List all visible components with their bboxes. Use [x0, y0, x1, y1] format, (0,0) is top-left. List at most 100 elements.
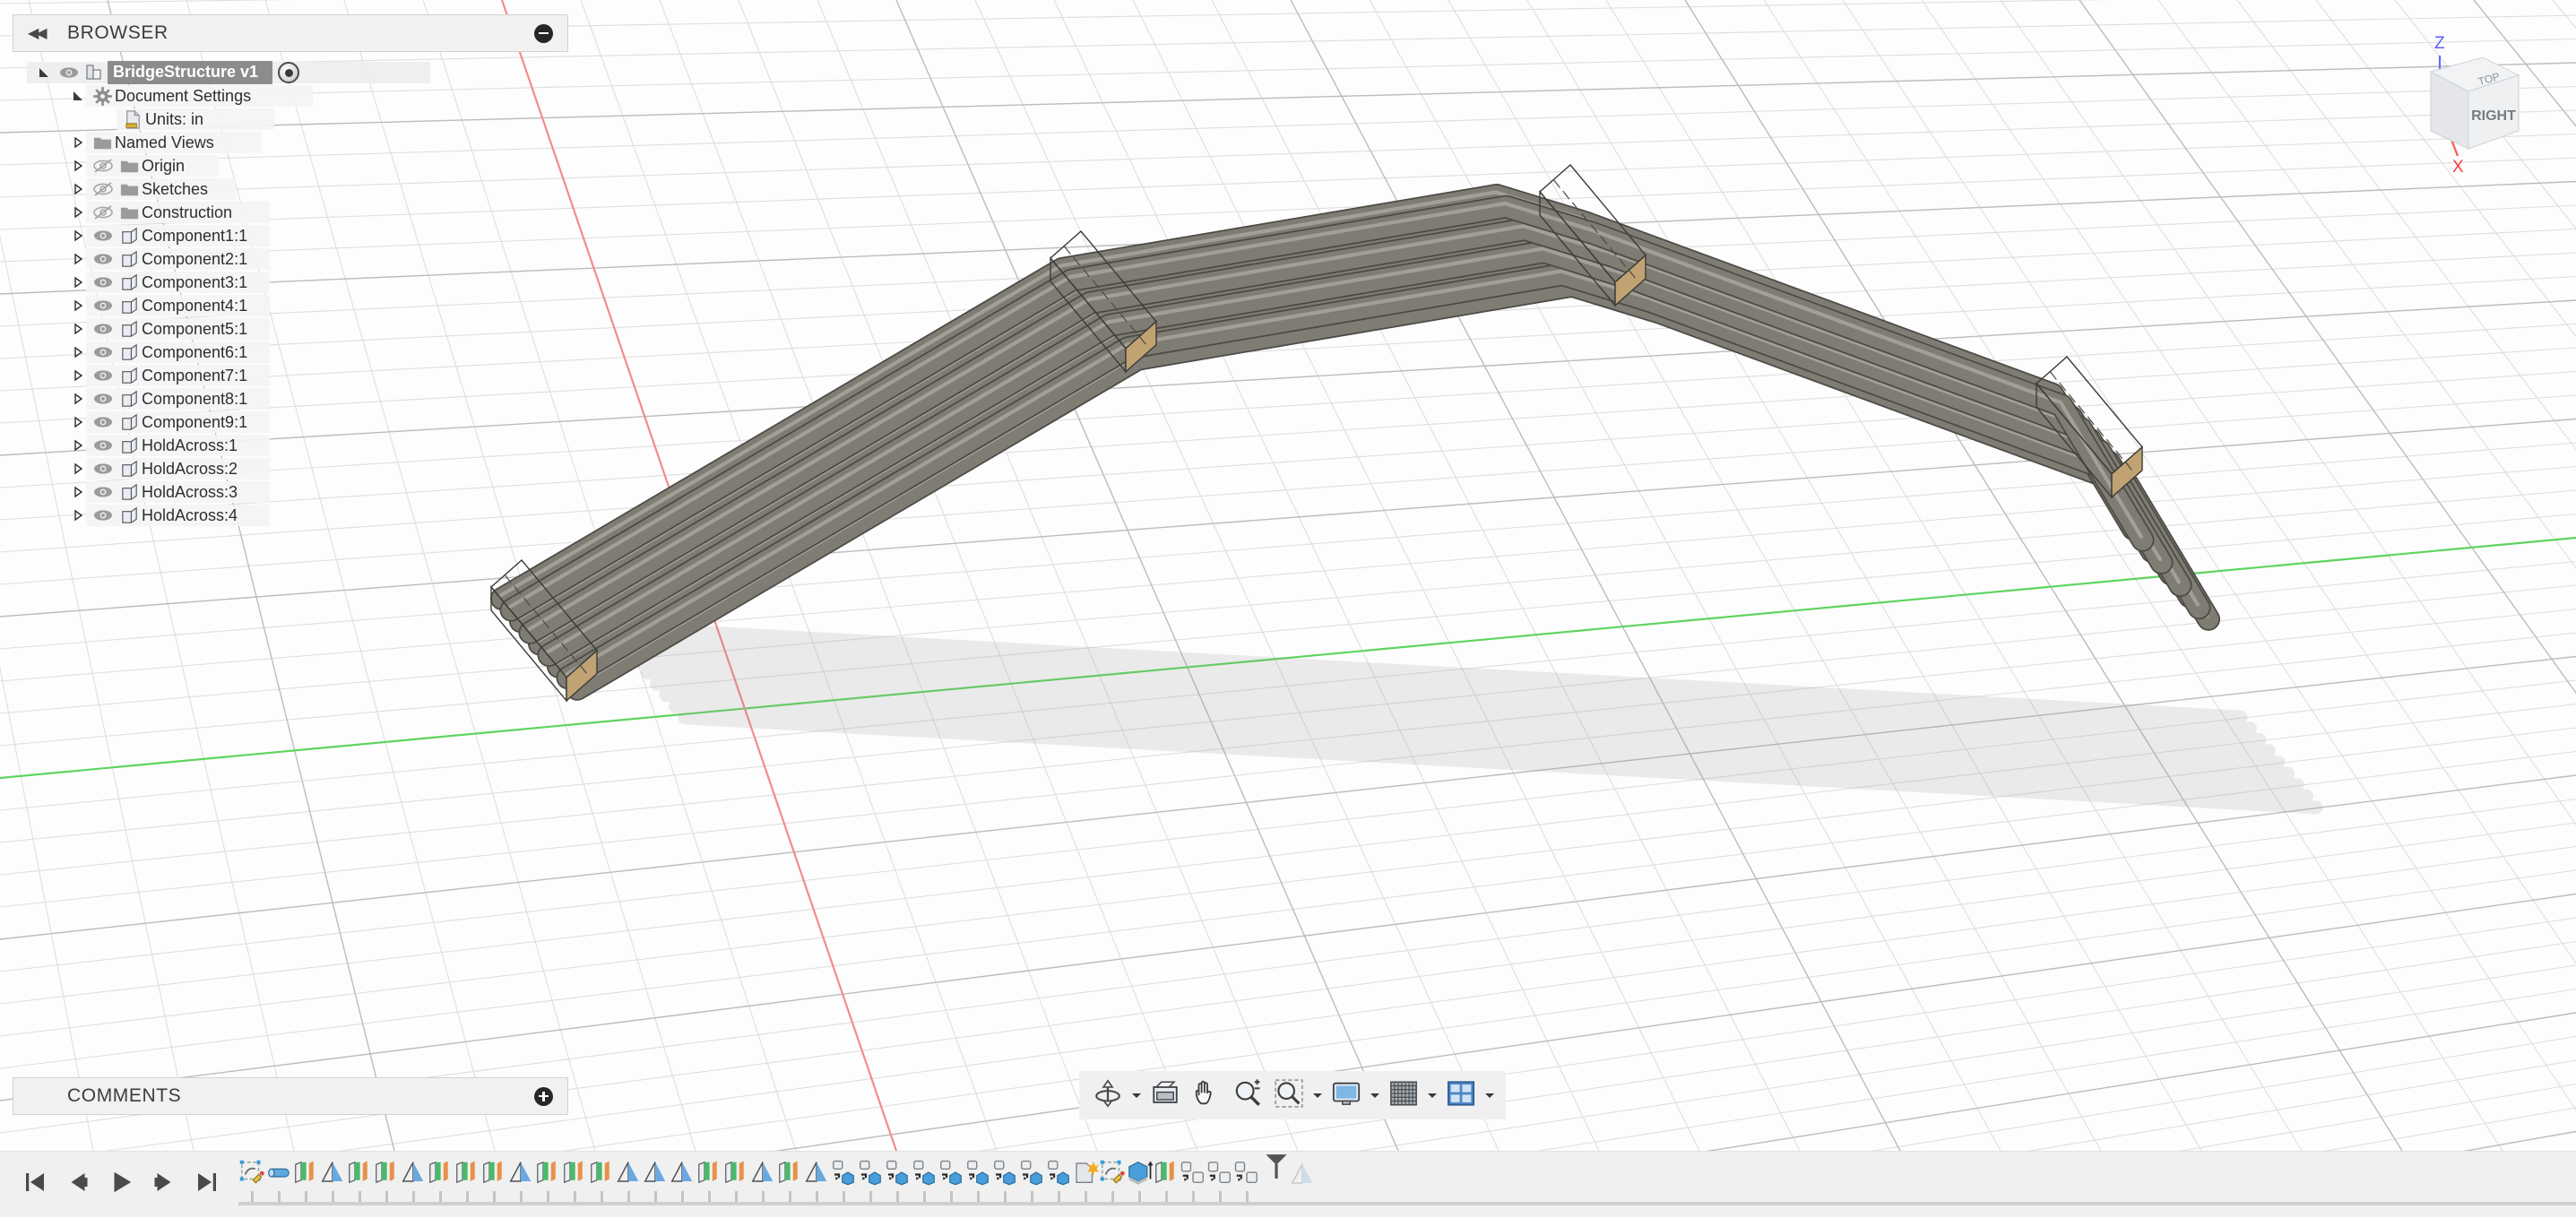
- feature-new-component-3[interactable]: [884, 1155, 911, 1214]
- feature-extrude-3[interactable]: [373, 1155, 400, 1214]
- timeline-bar[interactable]: [0, 1151, 2576, 1217]
- eye-visible-icon[interactable]: [90, 365, 117, 386]
- feature-new-body-1[interactable]: [1072, 1155, 1099, 1214]
- expand-triangle-right-icon[interactable]: [66, 253, 90, 265]
- eye-hidden-icon[interactable]: [90, 178, 117, 200]
- feature-new-component-6[interactable]: [964, 1155, 991, 1214]
- expand-triangle-down-icon[interactable]: [66, 90, 90, 102]
- tree-row-component5[interactable]: Component5:1: [13, 317, 568, 341]
- tree-row-component8[interactable]: Component8:1: [13, 387, 568, 410]
- browser-panel[interactable]: ◀◀ BROWSER BridgeStructure v1 Document Se…: [13, 14, 568, 527]
- expand-triangle-right-icon[interactable]: [66, 160, 90, 172]
- expand-triangle-right-icon[interactable]: [66, 369, 90, 382]
- feature-revolve-8[interactable]: [803, 1155, 830, 1214]
- eye-visible-icon[interactable]: [90, 248, 117, 270]
- feature-revolve-6[interactable]: [669, 1155, 696, 1214]
- eye-visible-icon[interactable]: [90, 341, 117, 363]
- comments-panel[interactable]: ◀◀ COMMENTS: [13, 1077, 568, 1115]
- expand-triangle-right-icon[interactable]: [66, 346, 90, 358]
- feature-extrude-5[interactable]: [454, 1155, 480, 1214]
- tree-row-document-settings[interactable]: Document Settings: [13, 84, 568, 108]
- browser-header[interactable]: ◀◀ BROWSER: [13, 14, 568, 52]
- tree-row-holdacross-1[interactable]: HoldAcross:1: [13, 434, 568, 457]
- expand-triangle-right-icon[interactable]: [66, 206, 90, 219]
- feature-copy-paste-1[interactable]: [1180, 1155, 1206, 1214]
- timeline-end-marker-icon[interactable]: [1264, 1153, 1287, 1209]
- feature-extrude-7[interactable]: [534, 1155, 561, 1214]
- expand-triangle-right-icon[interactable]: [66, 439, 90, 452]
- pan-button[interactable]: [1187, 1075, 1226, 1115]
- step-forward-button[interactable]: [145, 1163, 183, 1206]
- eye-visible-icon[interactable]: [90, 318, 117, 340]
- feature-revolve-3[interactable]: [507, 1155, 534, 1214]
- feature-new-component-2[interactable]: [857, 1155, 884, 1214]
- feature-extrude-6[interactable]: [480, 1155, 507, 1214]
- feature-extrude-1[interactable]: [292, 1155, 319, 1214]
- feature-new-component-1[interactable]: [830, 1155, 857, 1214]
- eye-visible-icon[interactable]: [90, 272, 117, 293]
- play-button[interactable]: [102, 1163, 140, 1206]
- expand-triangle-right-icon[interactable]: [66, 486, 90, 498]
- feature-new-component-9[interactable]: [1045, 1155, 1072, 1214]
- eye-visible-icon[interactable]: [90, 411, 117, 433]
- expand-triangle-right-icon[interactable]: [66, 416, 90, 428]
- feature-copy-paste-3[interactable]: [1233, 1155, 1260, 1214]
- feature-revolve-7[interactable]: [749, 1155, 776, 1214]
- collapse-left-arrows-icon[interactable]: ◀◀: [28, 24, 48, 42]
- chevron-down-icon[interactable]: [1425, 1090, 1439, 1101]
- tree-row-units[interactable]: Units: in: [13, 108, 568, 131]
- expand-triangle-right-icon[interactable]: [66, 323, 90, 335]
- zoom-window-button[interactable]: [1269, 1075, 1309, 1115]
- look-at-button[interactable]: [1145, 1075, 1185, 1115]
- tree-row-component6[interactable]: Component6:1: [13, 341, 568, 364]
- tree-row-component1[interactable]: Component1:1: [13, 224, 568, 247]
- eye-visible-icon[interactable]: [90, 481, 117, 503]
- feature-pipe-1[interactable]: [265, 1155, 292, 1214]
- expand-triangle-right-icon[interactable]: [66, 136, 90, 149]
- eye-visible-icon[interactable]: [90, 458, 117, 479]
- feature-new-component-4[interactable]: [911, 1155, 938, 1214]
- navigation-toolbar[interactable]: [1079, 1071, 1506, 1119]
- feature-extrude-10[interactable]: [696, 1155, 722, 1214]
- orbit-button[interactable]: [1088, 1075, 1128, 1115]
- activate-component-icon[interactable]: [278, 62, 300, 83]
- feature-sketch-1[interactable]: [238, 1155, 265, 1214]
- tree-row-sketches[interactable]: Sketches: [13, 177, 568, 201]
- tree-row-component3[interactable]: Component3:1: [13, 271, 568, 294]
- eye-hidden-icon[interactable]: [90, 155, 117, 177]
- feature-extrude-4[interactable]: [427, 1155, 454, 1214]
- zoom-button[interactable]: [1228, 1075, 1267, 1115]
- tree-row-component7[interactable]: Component7:1: [13, 364, 568, 387]
- feature-revolve-5[interactable]: [642, 1155, 669, 1214]
- grid-snaps-button[interactable]: [1384, 1075, 1423, 1115]
- expand-triangle-right-icon[interactable]: [66, 276, 90, 289]
- chevron-down-icon[interactable]: [1482, 1090, 1497, 1101]
- feature-revolve-2[interactable]: [400, 1155, 427, 1214]
- display-settings-button[interactable]: [1327, 1075, 1366, 1115]
- step-back-button[interactable]: [59, 1163, 97, 1206]
- eye-visible-icon[interactable]: [90, 295, 117, 316]
- feature-sketch-2[interactable]: [1099, 1155, 1126, 1214]
- tree-row-component2[interactable]: Component2:1: [13, 247, 568, 271]
- browser-tree[interactable]: BridgeStructure v1 Document Settings Units…: [13, 61, 568, 527]
- expand-triangle-right-icon[interactable]: [66, 509, 90, 522]
- feature-revolve-1[interactable]: [319, 1155, 346, 1214]
- add-comment-icon[interactable]: [534, 1086, 553, 1106]
- feature-extrude-2[interactable]: [346, 1155, 373, 1214]
- expand-triangle-right-icon[interactable]: [66, 462, 90, 475]
- feature-revolve-4[interactable]: [615, 1155, 642, 1214]
- timeline-features[interactable]: [238, 1152, 1260, 1218]
- tree-row-origin[interactable]: Origin: [13, 154, 568, 177]
- eye-visible-icon[interactable]: [90, 225, 117, 246]
- timeline-playback-controls[interactable]: [0, 1163, 238, 1206]
- feature-extrude-8[interactable]: [561, 1155, 588, 1214]
- eye-visible-icon[interactable]: [56, 62, 82, 83]
- tree-row-holdacross-4[interactable]: HoldAcross:4: [13, 504, 568, 527]
- timeline-track[interactable]: [238, 1152, 2576, 1218]
- tree-row-holdacross-3[interactable]: HoldAcross:3: [13, 480, 568, 504]
- feature-new-component-7[interactable]: [991, 1155, 1018, 1214]
- eye-visible-icon[interactable]: [90, 505, 117, 526]
- feature-new-component-8[interactable]: [1018, 1155, 1045, 1214]
- feature-copy-paste-2[interactable]: [1206, 1155, 1233, 1214]
- view-cube[interactable]: Z X TOP RIGHT: [2375, 13, 2554, 210]
